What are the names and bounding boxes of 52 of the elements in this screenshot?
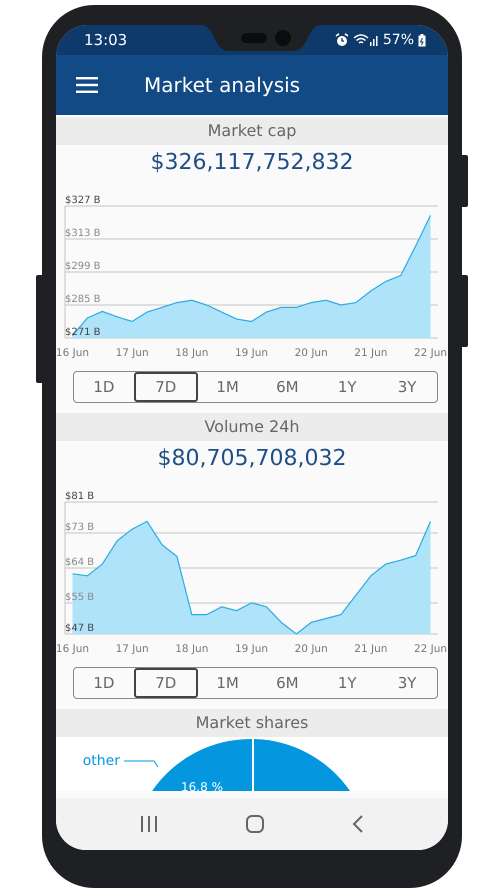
axis-label: $313 B [65, 228, 100, 239]
section-header: Volume 24h [56, 413, 448, 441]
axis-label: 20 Jun [294, 643, 328, 655]
axis-label: 19 Jun [234, 643, 268, 655]
range-tab[interactable]: 7D [134, 668, 198, 698]
axis-label: 18 Jun [175, 347, 208, 359]
axis-label: 18 Jun [175, 643, 208, 655]
total-value: $326,117,752,832 [150, 149, 354, 177]
range-tab[interactable]: 6M [257, 668, 318, 698]
axis-label: 19 Jun [234, 347, 268, 359]
battery-level: 57% [382, 32, 414, 48]
axis-label: $299 B [65, 261, 100, 272]
axis-label: 21 Jun [354, 347, 388, 359]
axis-label: $285 B [65, 294, 100, 305]
axis-label: 20 Jun [294, 347, 328, 359]
section-header: Market cap [56, 117, 448, 145]
range-tab[interactable]: 1M [198, 372, 258, 402]
axis-label: $81 B [65, 491, 94, 502]
recents-icon[interactable] [140, 816, 158, 832]
axis-label: 22 Jun [414, 347, 448, 359]
range-tab[interactable]: 3Y [377, 372, 437, 402]
range-tab[interactable]: 1Y [317, 372, 378, 402]
range-tab[interactable]: 3Y [377, 668, 437, 698]
back-icon[interactable] [352, 815, 364, 833]
axis-label: $73 B [65, 522, 94, 534]
slice-percent: 16.8 % [181, 780, 223, 791]
battery-icon [418, 34, 426, 46]
range-tab[interactable]: 6M [257, 372, 318, 402]
axis-label: 16 Jun [56, 643, 90, 655]
alarm-icon [334, 33, 349, 47]
range-tab[interactable]: 1D [74, 668, 134, 698]
signal-icon [352, 33, 379, 47]
range-tab[interactable]: 1D [74, 372, 134, 402]
axis-label: 17 Jun [116, 347, 149, 359]
axis-label: 22 Jun [414, 643, 448, 655]
axis-label: 21 Jun [354, 643, 388, 655]
axis-label: $64 B [65, 557, 94, 568]
section-header: Market shares [56, 709, 448, 737]
home-icon[interactable] [246, 815, 264, 833]
axis-label: 17 Jun [116, 643, 149, 655]
range-tab[interactable]: 7D [134, 372, 198, 402]
range-tab[interactable]: 1Y [317, 668, 378, 698]
slice-label: other [82, 753, 120, 769]
app-title: Market analysis [144, 73, 300, 97]
range-tab[interactable]: 1M [198, 668, 258, 698]
leader-line [124, 760, 158, 768]
axis-label: 16 Jun [56, 347, 90, 359]
status-time: 13:03 [84, 31, 128, 49]
menu-icon[interactable] [76, 77, 98, 93]
axis-label: $47 B [65, 623, 94, 634]
axis-label: $327 B [65, 195, 100, 206]
total-value: $80,705,708,032 [156, 445, 348, 473]
